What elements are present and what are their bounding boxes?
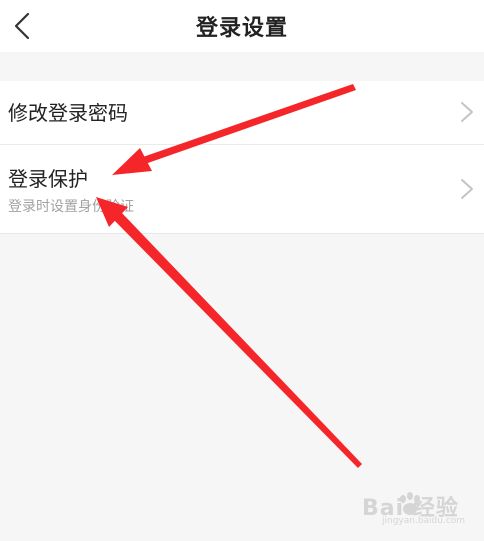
paw-icon xyxy=(400,492,420,515)
settings-item-sublabel: 登录时设置身份验证 xyxy=(8,199,134,215)
page-title: 登录设置 xyxy=(195,16,288,41)
header-bar: 登录设置 xyxy=(0,0,484,52)
settings-list: 修改登录密码 登录保护 登录时设置身份验证 xyxy=(0,81,484,234)
settings-item-change-password[interactable]: 修改登录密码 xyxy=(0,81,484,143)
chevron-right-icon xyxy=(461,179,473,199)
settings-item-login-protection[interactable]: 登录保护 登录时设置身份验证 xyxy=(0,145,484,233)
watermark-url: jingyan.baidu.com xyxy=(382,516,466,526)
annotation-arrow-lower xyxy=(96,197,362,468)
chevron-right-icon xyxy=(461,102,473,122)
watermark: Bai 经验 jingyan.baidu.com xyxy=(360,488,478,534)
settings-item-label: 修改登录密码 xyxy=(8,101,128,125)
settings-item-label: 登录保护 xyxy=(8,167,88,191)
section-gap xyxy=(0,52,484,81)
